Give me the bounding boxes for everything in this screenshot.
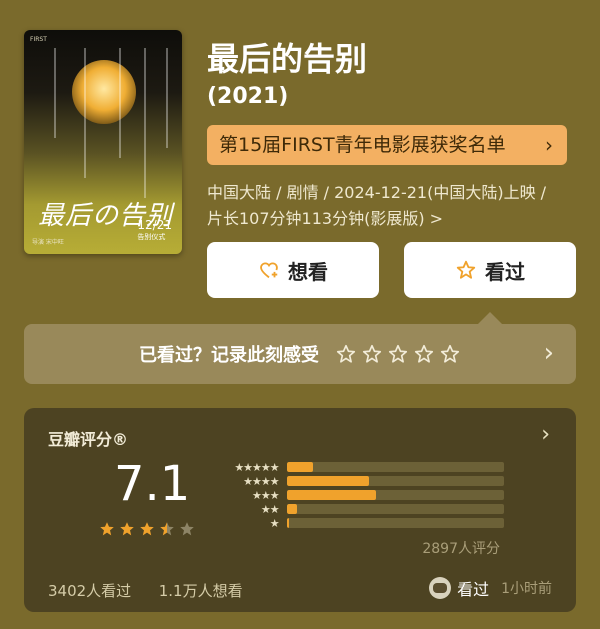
rating-score: 7.1 (114, 456, 191, 512)
rating-distribution-bar (286, 518, 289, 528)
award-banner-label: 第15届FIRST青年电影展获奖名单 (219, 134, 506, 156)
record-panel-pointer (478, 312, 502, 324)
rating-header: 豆瓣评分® (48, 430, 129, 449)
rating-distribution-track (286, 462, 504, 472)
award-banner[interactable]: 第15届FIRST青年电影展获奖名单 › (207, 125, 567, 165)
rating-distribution-row: ★ (214, 516, 504, 530)
chevron-right-icon: › (545, 133, 553, 157)
audience-stats: 3402人看过 1.1万人想看 (48, 580, 243, 601)
watched-button[interactable]: 看过 (404, 242, 576, 298)
star-outline-icon[interactable] (361, 343, 383, 365)
rating-distribution-label: ★★★★ (243, 474, 279, 488)
rating-distribution-label: ★★ (260, 502, 280, 516)
poster-top-mark: FIRST (30, 36, 47, 43)
poster-dome-graphic (72, 60, 136, 124)
want-count: 1.1万人想看 (158, 582, 243, 600)
rate-stars[interactable] (335, 343, 461, 365)
star-outline-icon[interactable] (413, 343, 435, 365)
poster-date: 12/21 告别仪式 (137, 218, 172, 241)
rating-distribution-row: ★★★★★ (214, 460, 504, 474)
movie-meta[interactable]: 中国大陆 / 剧情 / 2024-12-21(中国大陆)上映 / 片长107分钟… (207, 180, 546, 232)
poster-streak (84, 48, 86, 178)
rating-distribution-bar (286, 504, 298, 514)
rating-stars (98, 520, 196, 538)
movie-meta-line: 片长107分钟113分钟(影展版) > (207, 209, 444, 228)
chevron-right-icon: › (543, 338, 554, 368)
star-outline-icon[interactable] (387, 343, 409, 365)
avatar (429, 577, 452, 599)
star-filled-icon (120, 522, 134, 536)
rating-distribution-row: ★★★ (214, 488, 504, 502)
movie-title: 最后的告别 (207, 40, 368, 78)
rating-distribution-bar (286, 462, 313, 472)
rating-distribution-track (286, 490, 504, 500)
rating-distribution-track (286, 518, 504, 528)
user-status[interactable]: 看过 1小时前 (429, 576, 552, 600)
rating-distribution: ★★★★★ ★★★★ ★★★ ★★ ★ (214, 460, 504, 530)
rating-distribution-track (286, 476, 504, 486)
movie-year: (2021) (207, 84, 289, 109)
rating-count: 2897人评分 (422, 541, 500, 557)
douban-rating-card[interactable]: 豆瓣评分® › 7.1 ★★★★★ ★★★★ ★★★ ★★ ★ 2897人评分 3402… (24, 408, 576, 612)
poster-streak (166, 48, 168, 148)
star-half-icon (160, 522, 174, 536)
want-to-watch-button[interactable]: 想看 (207, 242, 379, 298)
star-outline-icon[interactable] (439, 343, 461, 365)
poster-streak (54, 48, 56, 138)
movie-meta-line: 中国大陆 / 剧情 / 2024-12-21(中国大陆)上映 / (207, 183, 547, 202)
star-filled-icon (100, 522, 114, 536)
rating-distribution-row: ★★★★ (214, 474, 504, 488)
movie-poster[interactable]: FIRST 最后の告别 12/21 告别仪式 导演 宋中旺 (24, 30, 182, 254)
rating-distribution-label: ★★★ (252, 488, 280, 502)
chevron-right-icon: › (541, 422, 550, 447)
star-outline-icon[interactable] (335, 343, 357, 365)
user-status-label: 看过 (457, 580, 490, 599)
heart-plus-icon (260, 262, 278, 279)
star-empty-icon (180, 522, 194, 536)
poster-credits: 导演 宋中旺 (32, 239, 64, 246)
rating-distribution-label: ★★★★★ (234, 460, 279, 474)
rating-distribution-label: ★ (269, 516, 280, 530)
want-to-watch-label: 想看 (288, 259, 328, 284)
poster-streak (119, 48, 121, 158)
poster-streak (144, 48, 146, 198)
rating-distribution-row: ★★ (214, 502, 504, 516)
star-filled-icon (140, 522, 154, 536)
rating-distribution-track (286, 504, 504, 514)
user-status-time: 1小时前 (501, 581, 552, 597)
record-prompt: 已看过？记录此刻感受 (139, 345, 319, 366)
rating-distribution-bar (286, 476, 370, 486)
record-feeling-panel[interactable]: 已看过？记录此刻感受 › (24, 324, 576, 384)
watched-label: 看过 (485, 259, 525, 284)
watched-count: 3402人看过 (48, 582, 132, 600)
star-outline-icon (456, 260, 476, 279)
rating-distribution-bar (286, 490, 376, 500)
